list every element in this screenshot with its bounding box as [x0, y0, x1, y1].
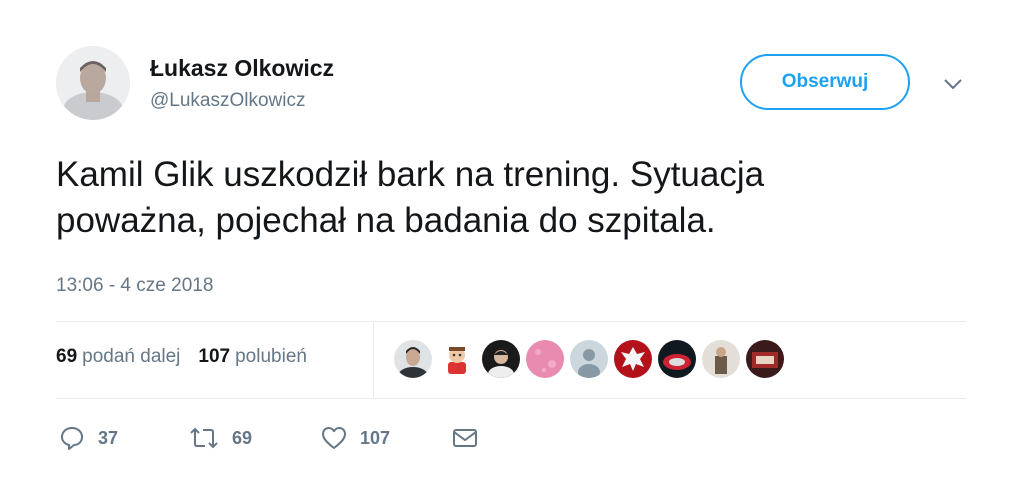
reply-icon — [61, 427, 83, 450]
liker-avatar[interactable] — [438, 340, 476, 378]
tweet-text-line: Kamil Glik uszkodził bark na trening. Sy… — [56, 155, 765, 194]
tweet-actions: 37 69 107 — [58, 424, 488, 454]
likes-stat[interactable]: 107 polubień — [198, 346, 307, 368]
direct-message-action[interactable] — [452, 424, 478, 452]
chevron-down-icon[interactable] — [940, 74, 966, 94]
retweet-icon — [190, 427, 218, 449]
likes-label: polubień — [235, 346, 307, 367]
retweet-action[interactable]: 69 — [188, 424, 252, 452]
divider — [373, 322, 374, 399]
like-count: 107 — [360, 427, 391, 448]
liker-avatar[interactable] — [746, 340, 784, 378]
author-photo — [56, 46, 130, 120]
liker-photo — [438, 340, 476, 378]
liker-avatar[interactable] — [702, 340, 740, 378]
like-action[interactable]: 107 — [320, 424, 390, 452]
likers-avatars — [394, 340, 784, 378]
liker-avatar[interactable] — [394, 340, 432, 378]
author-name[interactable]: Łukasz Olkowicz — [150, 55, 334, 82]
tweet-text: Kamil Glik uszkodził bark na trening. Sy… — [56, 152, 986, 244]
retweet-count: 69 — [232, 427, 253, 448]
divider — [56, 398, 966, 399]
liker-avatar[interactable] — [526, 340, 564, 378]
divider — [56, 321, 966, 322]
retweets-label: podań dalej — [82, 346, 181, 367]
liker-avatar[interactable] — [482, 340, 520, 378]
tweet-timestamp[interactable]: 13:06 - 4 cze 2018 — [56, 275, 213, 297]
liker-photo — [658, 340, 696, 378]
heart-icon — [322, 427, 346, 449]
reply-action[interactable]: 37 — [58, 424, 118, 452]
liker-avatar[interactable] — [570, 340, 608, 378]
tweet-text-line: poważna, pojechał na badania do szpitala… — [56, 201, 716, 240]
liker-photo — [526, 340, 564, 378]
liker-photo — [394, 340, 432, 378]
default-avatar-icon — [570, 340, 608, 378]
envelope-icon — [453, 429, 477, 447]
liker-photo — [482, 340, 520, 378]
reply-count: 37 — [98, 427, 119, 448]
liker-photo — [746, 340, 784, 378]
author-handle[interactable]: @LukaszOlkowicz — [150, 90, 306, 112]
likes-count: 107 — [198, 346, 231, 367]
eagle-emblem-icon — [614, 340, 652, 378]
tweet-stats: 69 podań dalej 107 polubień — [56, 346, 307, 368]
liker-avatar[interactable] — [658, 340, 696, 378]
retweets-stat[interactable]: 69 podań dalej — [56, 346, 180, 368]
follow-button[interactable]: Obserwuj — [740, 54, 910, 110]
retweets-count: 69 — [56, 346, 78, 367]
author-avatar[interactable] — [56, 46, 130, 120]
liker-avatar[interactable] — [614, 340, 652, 378]
liker-photo — [702, 340, 740, 378]
